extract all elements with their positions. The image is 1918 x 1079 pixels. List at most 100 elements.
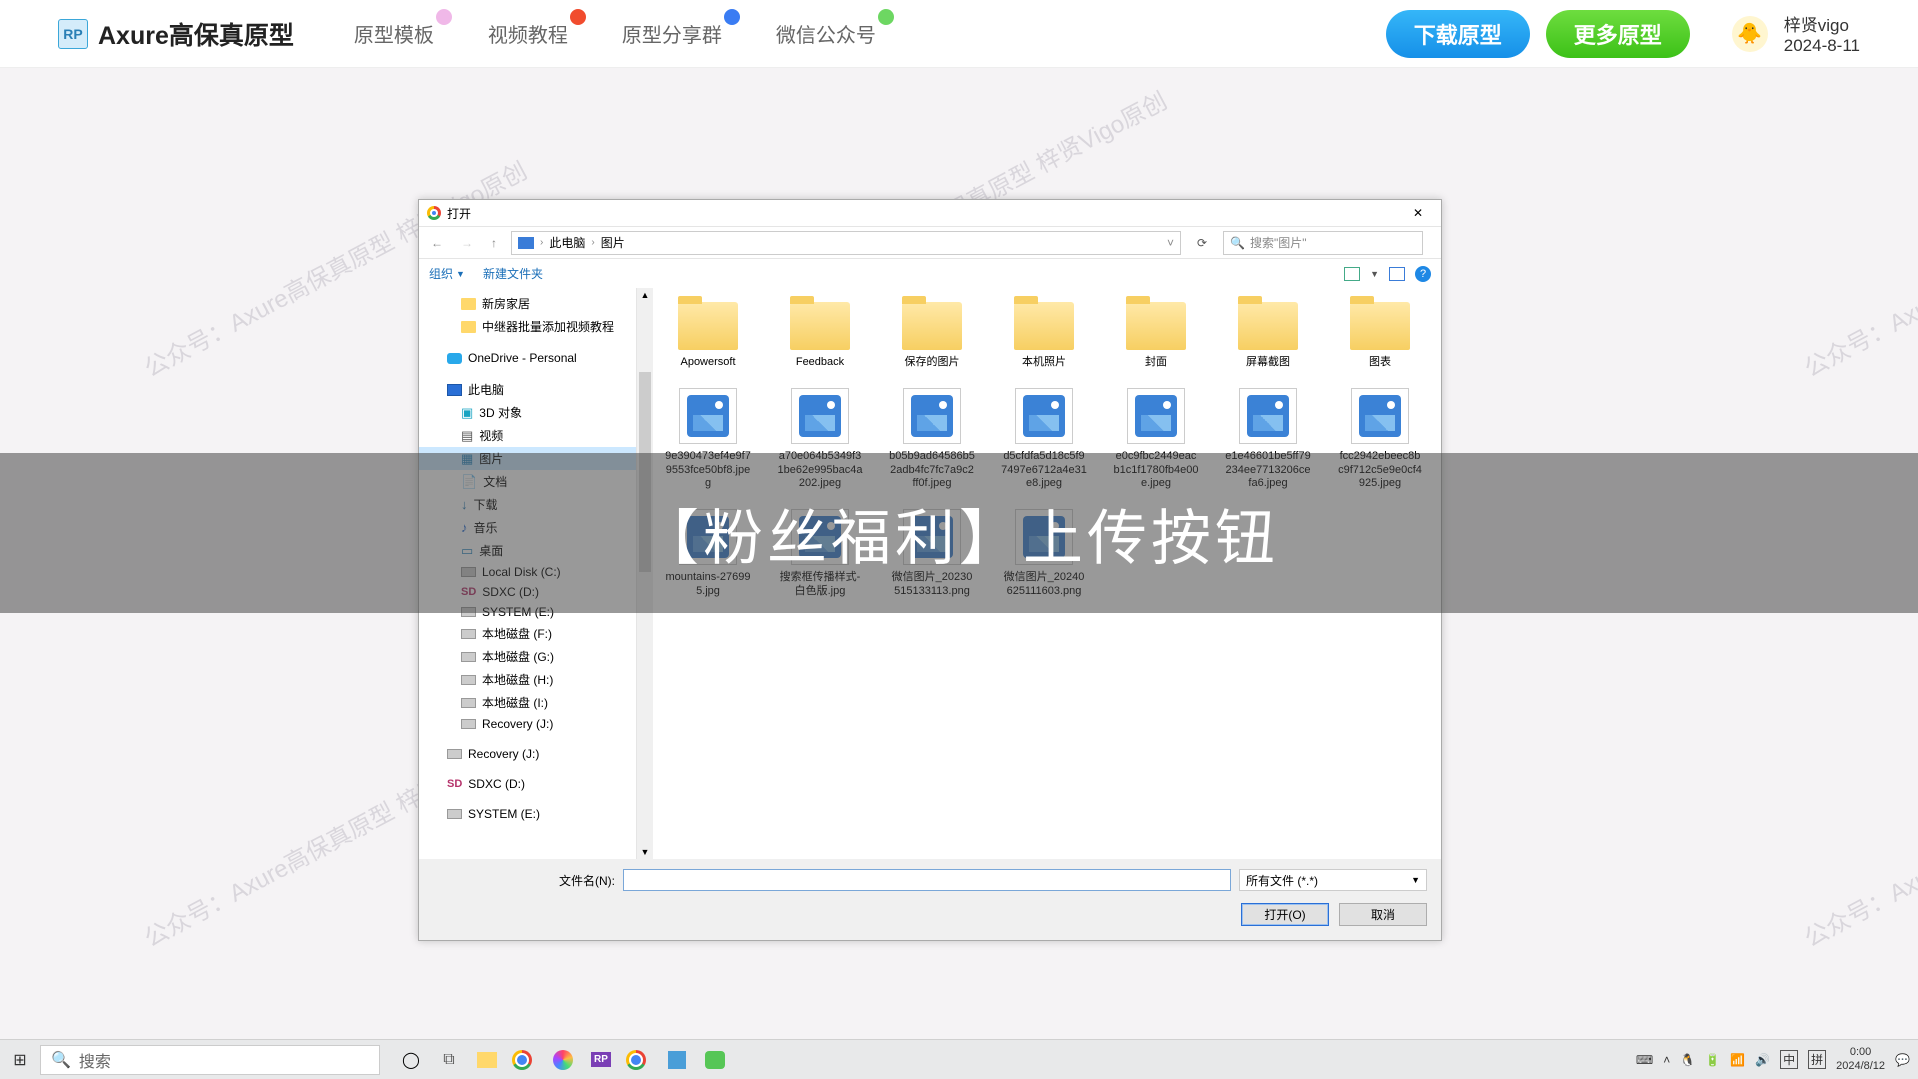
tree-item[interactable]: OneDrive - Personal: [419, 348, 636, 368]
tray-ime2-icon[interactable]: 拼: [1808, 1050, 1826, 1069]
folder-icon: [1014, 302, 1074, 350]
tree-item[interactable]: Recovery (J:): [419, 744, 636, 764]
tree-item[interactable]: 此电脑: [419, 378, 636, 401]
task-view-icon[interactable]: ◯: [396, 1045, 426, 1075]
tree-item[interactable]: 本地磁盘 (I:): [419, 691, 636, 714]
search-input[interactable]: 🔍 搜索"图片": [1223, 231, 1423, 255]
nav-share-group[interactable]: 原型分享群: [622, 19, 722, 48]
image-icon: [1239, 388, 1297, 444]
dialog-titlebar: 打开 ✕: [419, 200, 1441, 226]
close-button[interactable]: ✕: [1403, 206, 1433, 220]
tree-item[interactable]: ▤ 视频: [419, 424, 636, 447]
organize-menu[interactable]: 组织 ▼: [429, 265, 465, 282]
folder-item[interactable]: Feedback: [777, 302, 863, 370]
tree-item[interactable]: 本地磁盘 (G:): [419, 645, 636, 668]
ti-vid-icon: ▤: [461, 428, 473, 444]
tree-item-label: 视频: [479, 427, 503, 444]
download-button[interactable]: 下载原型: [1386, 10, 1530, 58]
system-tray: ⌨ ˄ 🐧 🔋 📶 🔊 中 拼 0:00 2024/8/12 💬: [1636, 1046, 1918, 1072]
filename-input[interactable]: [623, 869, 1231, 891]
chrome-icon[interactable]: [510, 1045, 540, 1075]
folder-icon: [1238, 302, 1298, 350]
image-icon: [679, 388, 737, 444]
open-button[interactable]: 打开(O): [1241, 903, 1329, 926]
breadcrumb-segment[interactable]: 图片: [601, 234, 625, 251]
tray-chevron-icon[interactable]: ˄: [1663, 1053, 1670, 1067]
tree-item-label: 中继器批量添加视频教程: [482, 318, 614, 335]
nav-wechat[interactable]: 微信公众号: [776, 19, 876, 48]
tree-item[interactable]: Recovery (J:): [419, 714, 636, 734]
tray-wifi-icon[interactable]: 📶: [1730, 1053, 1745, 1067]
app-icon[interactable]: [548, 1045, 578, 1075]
axure-icon[interactable]: RP: [586, 1045, 616, 1075]
tree-item[interactable]: 中继器批量添加视频教程: [419, 315, 636, 338]
file-label: Feedback: [796, 356, 844, 370]
folder-item[interactable]: 封面: [1113, 302, 1199, 370]
site-header: RP Axure高保真原型 原型模板 视频教程 原型分享群 微信公众号 下载原型…: [0, 0, 1918, 68]
dialog-title: 打开: [447, 205, 471, 222]
ti-disk-icon: [461, 698, 476, 708]
username: 梓贤vigo: [1784, 11, 1860, 36]
back-button[interactable]: ←: [427, 236, 447, 250]
wechat-icon[interactable]: [700, 1045, 730, 1075]
dialog-footer: 文件名(N): 所有文件 (*.*)▼ 打开(O) 取消: [419, 859, 1441, 940]
tray-clock[interactable]: 0:00 2024/8/12: [1836, 1046, 1885, 1072]
start-button[interactable]: ⊞: [0, 1050, 40, 1070]
taskbar: ⊞ 🔍 搜索 ◯ ⧉ RP ⌨ ˄ 🐧 🔋 📶 🔊 中 拼 0:00 2024/…: [0, 1039, 1918, 1079]
tree-item-label: SDXC (D:): [468, 777, 525, 791]
watermark: 公众号：Axure高保真原型 梓贤Vigo原创: [1797, 151, 1918, 383]
more-button[interactable]: 更多原型: [1546, 10, 1690, 58]
new-folder-button[interactable]: 新建文件夹: [483, 265, 543, 282]
ti-folder-icon: [461, 298, 476, 310]
file-label: 封面: [1145, 356, 1167, 370]
folder-item[interactable]: 保存的图片: [889, 302, 975, 370]
help-button[interactable]: ?: [1415, 266, 1431, 282]
tree-item[interactable]: 本地磁盘 (H:): [419, 668, 636, 691]
chevron-down-icon[interactable]: ˅: [1167, 236, 1174, 250]
nav-video[interactable]: 视频教程: [488, 19, 568, 48]
tree-item[interactable]: SDSDXC (D:): [419, 774, 636, 794]
tray-ime-icon[interactable]: 中: [1780, 1050, 1798, 1069]
cancel-button[interactable]: 取消: [1339, 903, 1427, 926]
folder-icon: [790, 302, 850, 350]
tree-item[interactable]: SYSTEM (E:): [419, 804, 636, 824]
ti-disk-icon: [447, 749, 462, 759]
overlay-caption: 【粉丝福利】上传按钮: [0, 453, 1918, 613]
file-label: Apowersoft: [680, 356, 735, 370]
tree-item[interactable]: 本地磁盘 (F:): [419, 622, 636, 645]
nav-templates[interactable]: 原型模板: [354, 19, 434, 48]
folder-item[interactable]: 图表: [1337, 302, 1423, 370]
folder-item[interactable]: Apowersoft: [665, 302, 751, 370]
refresh-button[interactable]: ⟳: [1191, 236, 1213, 250]
breadcrumb-segment[interactable]: 此电脑: [549, 234, 585, 251]
explorer-icon[interactable]: [472, 1045, 502, 1075]
folder-icon: [678, 302, 738, 350]
folder-icon: [1350, 302, 1410, 350]
header-right: 下载原型 更多原型 🐥 梓贤vigo 2024-8-11: [1386, 10, 1860, 58]
filetype-select[interactable]: 所有文件 (*.*)▼: [1239, 869, 1427, 891]
rp-icon: RP: [58, 19, 88, 49]
tree-item-label: 3D 对象: [479, 404, 522, 421]
tray-qq-icon[interactable]: 🐧: [1680, 1053, 1695, 1067]
up-button[interactable]: ↑: [487, 236, 501, 250]
forward-button[interactable]: →: [457, 236, 477, 250]
folder-icon: [902, 302, 962, 350]
taskbar-search[interactable]: 🔍 搜索: [40, 1045, 380, 1075]
breadcrumb[interactable]: › 此电脑 › 图片 ˅: [511, 231, 1181, 255]
tray-battery-icon[interactable]: 🔋: [1705, 1053, 1720, 1067]
avatar[interactable]: 🐥: [1732, 16, 1768, 52]
app2-icon[interactable]: [662, 1045, 692, 1075]
tree-item[interactable]: ▣3D 对象: [419, 401, 636, 424]
view-mode-button[interactable]: [1344, 267, 1360, 281]
tray-notification-icon[interactable]: 💬: [1895, 1053, 1910, 1067]
tray-volume-icon[interactable]: 🔊: [1755, 1053, 1770, 1067]
chrome2-icon[interactable]: [624, 1045, 654, 1075]
ti-pc-icon: [447, 384, 462, 396]
tray-keyboard-icon[interactable]: ⌨: [1636, 1053, 1653, 1067]
preview-pane-button[interactable]: [1389, 267, 1405, 281]
tree-item[interactable]: 新房家居: [419, 292, 636, 315]
folder-item[interactable]: 屏幕截图: [1225, 302, 1311, 370]
logo[interactable]: RP Axure高保真原型: [58, 16, 294, 52]
folder-item[interactable]: 本机照片: [1001, 302, 1087, 370]
cortana-icon[interactable]: ⧉: [434, 1045, 464, 1075]
